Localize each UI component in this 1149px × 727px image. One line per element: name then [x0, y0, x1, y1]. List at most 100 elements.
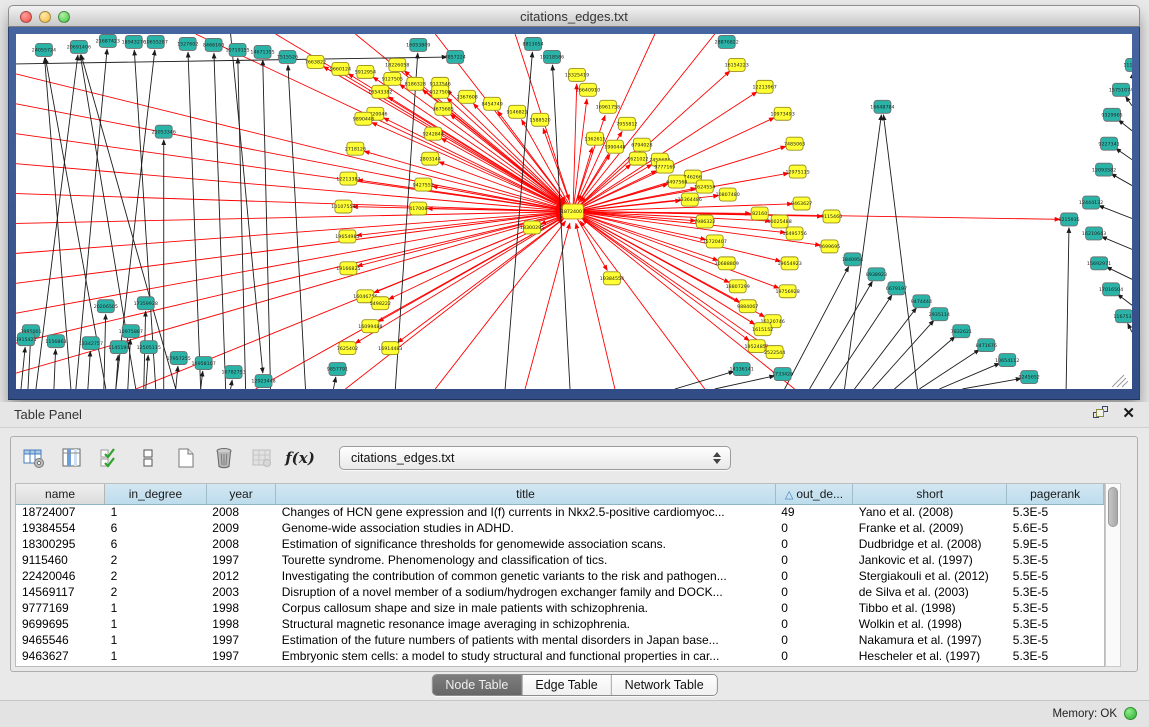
- graph-node[interactable]: 14136141: [730, 363, 754, 376]
- row-select-icon[interactable]: [97, 445, 123, 471]
- column-header-pagerank[interactable]: pagerank: [1007, 484, 1104, 504]
- graph-node[interactable]: 6679197: [886, 282, 907, 295]
- delete-table-icon[interactable]: [249, 445, 275, 471]
- graph-node[interactable]: 9127508: [430, 85, 451, 98]
- graph-node[interactable]: 12093582: [1092, 163, 1116, 176]
- graph-node[interactable]: 1167533: [1113, 310, 1132, 323]
- graph-node[interactable]: 17016504: [1099, 283, 1123, 296]
- graph-node[interactable]: 5498222: [370, 297, 391, 310]
- table-row[interactable]: 911546021997Tourette syndrome. Phenomeno…: [16, 552, 1104, 568]
- graph-node[interactable]: 15720407: [703, 235, 727, 248]
- graph-node[interactable]: 16640910: [576, 83, 600, 96]
- graph-node[interactable]: 2367608: [457, 90, 478, 103]
- graph-node[interactable]: 7986322: [694, 215, 715, 228]
- graph-node[interactable]: 6794028: [631, 138, 652, 151]
- graph-node[interactable]: 18807299: [726, 280, 750, 293]
- graph-node[interactable]: 12975115: [785, 165, 809, 178]
- graph-node[interactable]: 12923448: [251, 375, 275, 388]
- graph-node[interactable]: 10807480: [716, 188, 740, 201]
- graph-node[interactable]: 7832621: [951, 325, 972, 338]
- graph-node[interactable]: 10654112: [995, 354, 1019, 367]
- graph-node[interactable]: 12444132: [1079, 196, 1103, 209]
- graph-node[interactable]: 16099488: [358, 320, 382, 333]
- graph-node[interactable]: 16543382: [368, 85, 392, 98]
- graph-node[interactable]: 9660124: [330, 62, 351, 75]
- graph-node[interactable]: 1621022: [627, 152, 648, 165]
- graph-node[interactable]: 9242844: [423, 127, 444, 140]
- graph-node[interactable]: 9857791: [327, 363, 348, 376]
- graph-node[interactable]: 6497568: [666, 175, 687, 188]
- graph-node[interactable]: 10025488: [767, 215, 791, 228]
- graph-node[interactable]: 10973493: [770, 107, 794, 120]
- tab-node-table[interactable]: Node Table: [432, 675, 522, 695]
- column-header-in_degree[interactable]: in_degree: [105, 484, 207, 504]
- graph-node[interactable]: 417008: [409, 202, 427, 215]
- delete-column-icon[interactable]: [211, 445, 237, 471]
- graph-node[interactable]: 1840954: [842, 253, 863, 266]
- zoom-window-button[interactable]: [58, 11, 70, 23]
- graph-node[interactable]: 2935114: [929, 308, 950, 321]
- graph-node[interactable]: 12213383: [336, 172, 360, 185]
- table-scrollbar[interactable]: [1105, 483, 1121, 667]
- graph-node[interactable]: 28876822: [715, 35, 739, 48]
- graph-node[interactable]: 14671355: [250, 45, 274, 58]
- graph-node[interactable]: 20691406: [67, 40, 91, 53]
- graph-node[interactable]: 9427552: [413, 178, 434, 191]
- graph-node[interactable]: 16782753: [221, 366, 245, 379]
- graph-node[interactable]: 10655287: [144, 35, 168, 48]
- graph-node[interactable]: 18300295: [520, 221, 544, 234]
- table-select-dropdown[interactable]: citations_edges.txt: [339, 446, 731, 470]
- graph-node[interactable]: 1615152: [752, 323, 773, 336]
- graph-node[interactable]: 8938923: [866, 268, 887, 281]
- graph-node[interactable]: 17957255: [167, 352, 191, 365]
- graph-node[interactable]: 9115460: [821, 210, 842, 223]
- graph-node[interactable]: 16648784: [870, 100, 894, 113]
- column-header-title[interactable]: title: [276, 484, 775, 504]
- graph-node[interactable]: 82160: [751, 207, 768, 220]
- graph-node[interactable]: 9329965: [1101, 108, 1122, 121]
- graph-node[interactable]: 18226058: [385, 58, 409, 71]
- graph-node[interactable]: 9127505: [382, 72, 403, 85]
- graph-node[interactable]: 1588520: [529, 113, 550, 126]
- table-options-icon[interactable]: [21, 445, 47, 471]
- graph-node[interactable]: 7625402: [337, 342, 358, 355]
- graph-node[interactable]: 19756928: [775, 285, 799, 298]
- graph-node[interactable]: 2718126: [345, 142, 366, 155]
- graph-node[interactable]: 1156863: [45, 335, 66, 348]
- graph-node[interactable]: 1145194: [108, 341, 129, 354]
- graph-node[interactable]: 18943276: [122, 35, 146, 48]
- graph-node[interactable]: 17359928: [134, 297, 158, 310]
- graph-node[interactable]: 19654923: [777, 257, 801, 270]
- table-row[interactable]: 969969511998Structural magnetic resonanc…: [16, 616, 1104, 632]
- graph-node[interactable]: 21687423: [96, 34, 120, 47]
- graph-node[interactable]: 19654985: [335, 230, 359, 243]
- new-column-icon[interactable]: [173, 445, 199, 471]
- graph-node[interactable]: 7485063: [784, 137, 805, 150]
- graph-node[interactable]: 19166825: [336, 262, 360, 275]
- float-window-icon[interactable]: [1093, 406, 1108, 421]
- graph-node[interactable]: 16914483: [378, 342, 402, 355]
- graph-node[interactable]: 20206505: [94, 300, 118, 313]
- graph-node[interactable]: 12505115: [137, 341, 161, 354]
- graph-node[interactable]: 7663822: [305, 55, 326, 68]
- tab-edge-table[interactable]: Edge Table: [522, 675, 611, 695]
- graph-node[interactable]: 1527602: [177, 37, 198, 50]
- graph-node[interactable]: 10719155: [225, 43, 249, 56]
- graph-node[interactable]: 13325419: [565, 68, 589, 81]
- network-canvas[interactable]: 1872400724055724206914062168742318943276…: [16, 34, 1132, 389]
- graph-node[interactable]: 10688809: [715, 257, 739, 270]
- graph-node[interactable]: 9699695: [819, 240, 840, 253]
- close-icon[interactable]: ✕: [1122, 406, 1135, 421]
- table-row[interactable]: 1456911722003Disruption of a novel membe…: [16, 584, 1104, 600]
- graph-node[interactable]: 24055724: [32, 43, 56, 56]
- graph-node[interactable]: 8186328: [405, 77, 426, 90]
- graph-node[interactable]: 7515526: [277, 50, 298, 63]
- graph-node[interactable]: 3915421: [16, 333, 37, 346]
- graph-node[interactable]: 8215935: [1058, 213, 1079, 226]
- column-header-short[interactable]: short: [853, 484, 1007, 504]
- graph-node[interactable]: 19384554: [600, 272, 624, 285]
- graph-node[interactable]: 2803144: [420, 152, 441, 165]
- graph-node[interactable]: 9227341: [1098, 137, 1119, 150]
- table-row[interactable]: 1830029562008Estimation of significance …: [16, 536, 1104, 552]
- column-header-out_de[interactable]: △out_de...: [775, 484, 853, 504]
